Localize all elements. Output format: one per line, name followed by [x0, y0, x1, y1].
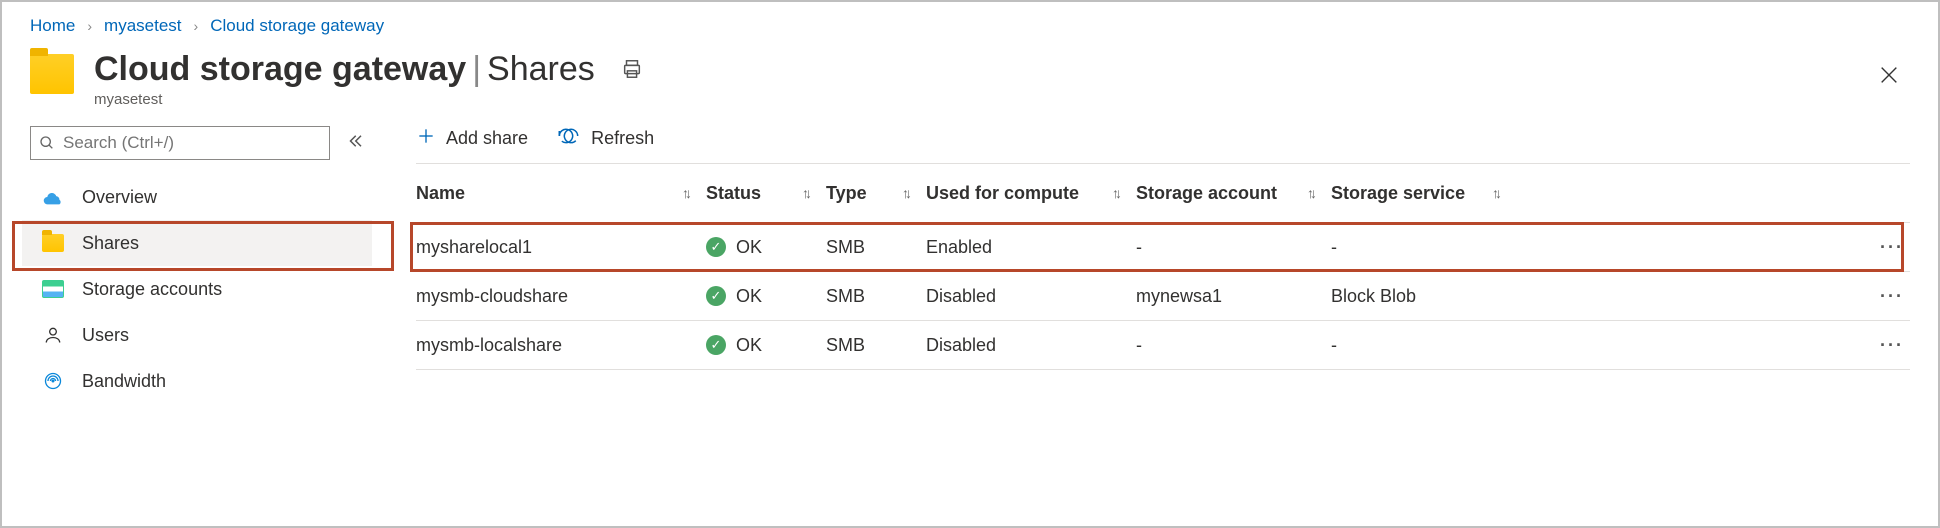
- title-sub: Shares: [487, 50, 595, 89]
- sidebar-item-label: Shares: [82, 233, 139, 254]
- cell-service: -: [1331, 321, 1516, 370]
- resource-name: myasetest: [94, 91, 643, 108]
- button-label: Refresh: [591, 128, 654, 149]
- cell-compute: Enabled: [926, 223, 1136, 272]
- sidebar-item-label: Bandwidth: [82, 371, 166, 392]
- cloud-icon: [42, 186, 64, 208]
- cell-compute: Disabled: [926, 272, 1136, 321]
- ok-icon: ✓: [706, 335, 726, 355]
- search-input[interactable]: [61, 132, 321, 154]
- search-icon: [39, 135, 55, 151]
- sidebar-item-label: Overview: [82, 187, 157, 208]
- sidebar-item-label: Storage accounts: [82, 279, 222, 300]
- plus-icon: [416, 126, 436, 151]
- column-header-type[interactable]: Type↑↓: [826, 164, 926, 223]
- cell-status: ✓OK: [706, 223, 826, 272]
- print-icon[interactable]: [621, 50, 643, 89]
- cell-status: ✓OK: [706, 272, 826, 321]
- row-menu-button[interactable]: ···: [1516, 272, 1910, 321]
- folder-icon: [42, 234, 64, 252]
- cell-type: SMB: [826, 223, 926, 272]
- cell-name[interactable]: mysmb-cloudshare: [416, 272, 706, 321]
- column-header-compute[interactable]: Used for compute↑↓: [926, 164, 1136, 223]
- ok-icon: ✓: [706, 237, 726, 257]
- cell-account: -: [1136, 223, 1331, 272]
- cell-account: mynewsa1: [1136, 272, 1331, 321]
- folder-icon: [30, 54, 74, 94]
- sidebar-item-label: Users: [82, 325, 129, 346]
- cell-status: ✓OK: [706, 321, 826, 370]
- button-label: Add share: [446, 128, 528, 149]
- sidebar-item-bandwidth[interactable]: Bandwidth: [22, 358, 372, 404]
- cell-type: SMB: [826, 272, 926, 321]
- search-input-wrapper[interactable]: [30, 126, 330, 160]
- breadcrumb-link-home[interactable]: Home: [30, 16, 75, 36]
- refresh-button[interactable]: Refresh: [556, 126, 654, 151]
- table-row[interactable]: mysmb-cloudshare✓OKSMBDisabledmynewsa1Bl…: [416, 272, 1910, 321]
- title-separator: |: [472, 50, 481, 89]
- storage-icon: [42, 280, 64, 298]
- cell-name[interactable]: mysharelocal1: [416, 223, 706, 272]
- sidebar-item-users[interactable]: Users: [22, 312, 372, 358]
- sort-icon: ↑↓: [902, 185, 908, 201]
- ok-icon: ✓: [706, 286, 726, 306]
- collapse-sidebar-button[interactable]: [346, 132, 364, 155]
- chevron-right-icon: ›: [85, 18, 94, 34]
- row-menu-button[interactable]: ···: [1516, 223, 1910, 272]
- row-menu-button[interactable]: ···: [1516, 321, 1910, 370]
- table-row[interactable]: mysharelocal1✓OKSMBEnabled--···: [416, 223, 1910, 272]
- cell-name[interactable]: mysmb-localshare: [416, 321, 706, 370]
- bandwidth-icon: [42, 370, 64, 392]
- user-icon: [42, 324, 64, 346]
- sidebar-item-shares[interactable]: Shares: [22, 220, 372, 266]
- toolbar: Add share Refresh: [416, 126, 1910, 164]
- title-main: Cloud storage gateway: [94, 50, 466, 89]
- cell-type: SMB: [826, 321, 926, 370]
- add-share-button[interactable]: Add share: [416, 126, 528, 151]
- cell-service: -: [1331, 223, 1516, 272]
- breadcrumb-link-resource[interactable]: myasetest: [104, 16, 181, 36]
- chevron-right-icon: ›: [192, 18, 201, 34]
- page-header: Cloud storage gateway | Shares myasetest: [2, 48, 1938, 108]
- breadcrumb-link-current[interactable]: Cloud storage gateway: [210, 16, 384, 36]
- page-title: Cloud storage gateway | Shares: [94, 50, 643, 89]
- breadcrumb: Home › myasetest › Cloud storage gateway: [2, 2, 1938, 48]
- main-content: Add share Refresh Name↑↓ Status↑↓ Type↑↓…: [372, 126, 1938, 528]
- sort-icon: ↑↓: [682, 185, 688, 201]
- sort-icon: ↑↓: [1492, 185, 1498, 201]
- sidebar-item-overview[interactable]: Overview: [22, 174, 372, 220]
- sort-icon: ↑↓: [802, 185, 808, 201]
- refresh-icon: [556, 126, 581, 151]
- cell-compute: Disabled: [926, 321, 1136, 370]
- close-button[interactable]: [1878, 64, 1900, 91]
- sort-icon: ↑↓: [1112, 185, 1118, 201]
- table-row[interactable]: mysmb-localshare✓OKSMBDisabled--···: [416, 321, 1910, 370]
- column-header-service[interactable]: Storage service↑↓: [1331, 164, 1516, 223]
- column-header-name[interactable]: Name↑↓: [416, 164, 706, 223]
- cell-service: Block Blob: [1331, 272, 1516, 321]
- cell-account: -: [1136, 321, 1331, 370]
- sidebar: Overview Shares Storage accounts Users: [22, 126, 372, 528]
- shares-table: Name↑↓ Status↑↓ Type↑↓ Used for compute↑…: [416, 164, 1910, 370]
- sort-icon: ↑↓: [1307, 185, 1313, 201]
- column-header-account[interactable]: Storage account↑↓: [1136, 164, 1331, 223]
- column-header-status[interactable]: Status↑↓: [706, 164, 826, 223]
- sidebar-item-storage-accounts[interactable]: Storage accounts: [22, 266, 372, 312]
